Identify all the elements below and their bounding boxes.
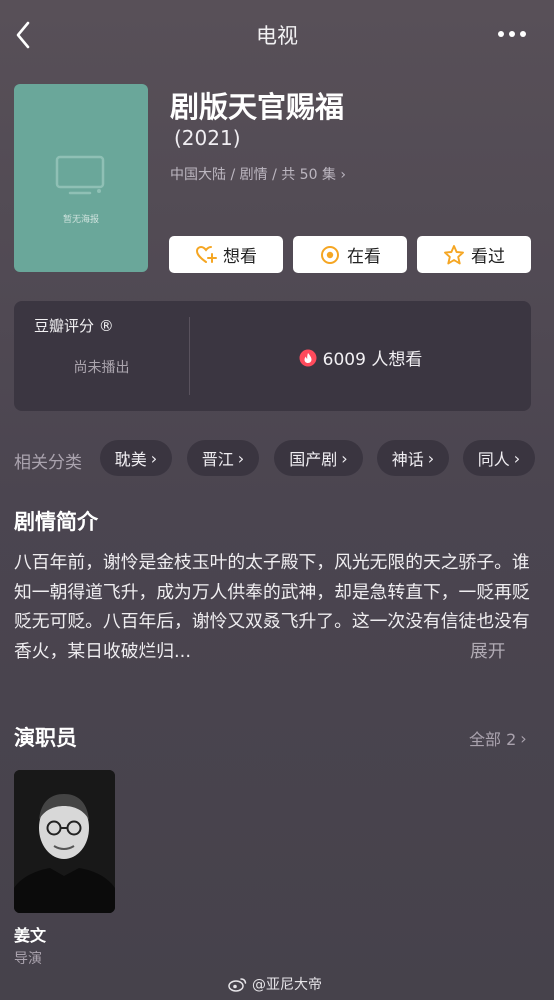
chevron-right-icon: › xyxy=(150,448,158,468)
watched-button[interactable]: 看过 xyxy=(417,236,531,273)
category-chip[interactable]: 国产剧 › xyxy=(274,440,363,476)
tv-icon xyxy=(55,155,105,195)
watermark-text: @亚尼大帝 xyxy=(252,977,322,993)
category-chip-label: 晋江 xyxy=(201,450,234,469)
star-icon xyxy=(444,244,464,264)
chevron-right-icon: › xyxy=(513,448,521,468)
cast-all-label: 全部 2 xyxy=(469,730,517,749)
poster-placeholder[interactable]: 暂无海报 xyxy=(14,84,148,272)
page-title: 电视 xyxy=(256,24,298,48)
cast-heading: 演职员 xyxy=(14,726,77,750)
watching-label: 在看 xyxy=(347,247,381,267)
more-dots-icon[interactable] xyxy=(496,22,528,46)
category-chip[interactable]: 耽美 › xyxy=(100,440,172,476)
category-chip-label: 耽美 xyxy=(114,450,147,469)
flame-icon xyxy=(299,349,317,366)
rating-status: 尚未播出 xyxy=(73,360,130,376)
show-title: 剧版天官赐福 xyxy=(170,90,345,124)
want-to-watch-label: 想看 xyxy=(223,247,257,267)
cast-role: 导演 xyxy=(14,951,42,967)
person-portrait-icon xyxy=(14,770,115,913)
rating-label: 豆瓣评分 ® xyxy=(34,317,114,335)
chevron-right-icon: › xyxy=(427,448,435,468)
cast-avatar[interactable] xyxy=(14,770,115,913)
synopsis-heading: 剧情简介 xyxy=(14,510,98,534)
poster-placeholder-text: 暂无海报 xyxy=(62,215,99,225)
show-meta-text: 中国大陆 / 剧情 / 共 50 集 xyxy=(170,167,336,183)
synopsis-text: 八百年前，谢怜是金枝玉叶的太子殿下，风光无限的天之骄子。谁知一朝得道飞升，成为万… xyxy=(14,552,530,662)
watching-icon xyxy=(321,245,339,264)
cast-all-link[interactable]: 全部 2 › xyxy=(469,726,527,750)
weibo-logo-icon xyxy=(228,978,247,992)
show-meta-link[interactable]: 中国大陆 / 剧情 / 共 50 集 › xyxy=(170,164,346,184)
expand-link[interactable]: 展开 xyxy=(470,637,506,663)
chevron-right-icon: › xyxy=(237,448,245,468)
category-chip[interactable]: 同人 › xyxy=(463,440,535,476)
category-chip[interactable]: 神话 › xyxy=(377,440,449,476)
rating-card: 豆瓣评分 ® 尚未播出 6009 人想看 xyxy=(14,301,531,411)
cast-name[interactable]: 姜文 xyxy=(14,922,46,946)
want-to-watch-button[interactable]: 想看 xyxy=(169,236,283,273)
watching-button[interactable]: 在看 xyxy=(293,236,407,273)
category-chip[interactable]: 晋江 › xyxy=(187,440,259,476)
want-count-text: 6009 人想看 xyxy=(322,350,423,370)
weibo-watermark: @亚尼大帝 xyxy=(228,974,322,994)
chevron-right-icon: › xyxy=(340,167,347,183)
chevron-right-icon: › xyxy=(520,728,527,748)
heart-plus-icon xyxy=(195,245,217,263)
category-label: 相关分类 xyxy=(14,453,82,473)
want-count[interactable]: 6009 人想看 xyxy=(190,345,531,370)
category-chip-label: 国产剧 xyxy=(289,450,338,469)
show-year: (2021) xyxy=(174,126,241,150)
watched-label: 看过 xyxy=(471,247,505,267)
category-chip-label: 同人 xyxy=(477,450,510,469)
chevron-right-icon: › xyxy=(341,448,348,468)
category-chip-label: 神话 xyxy=(391,450,424,469)
